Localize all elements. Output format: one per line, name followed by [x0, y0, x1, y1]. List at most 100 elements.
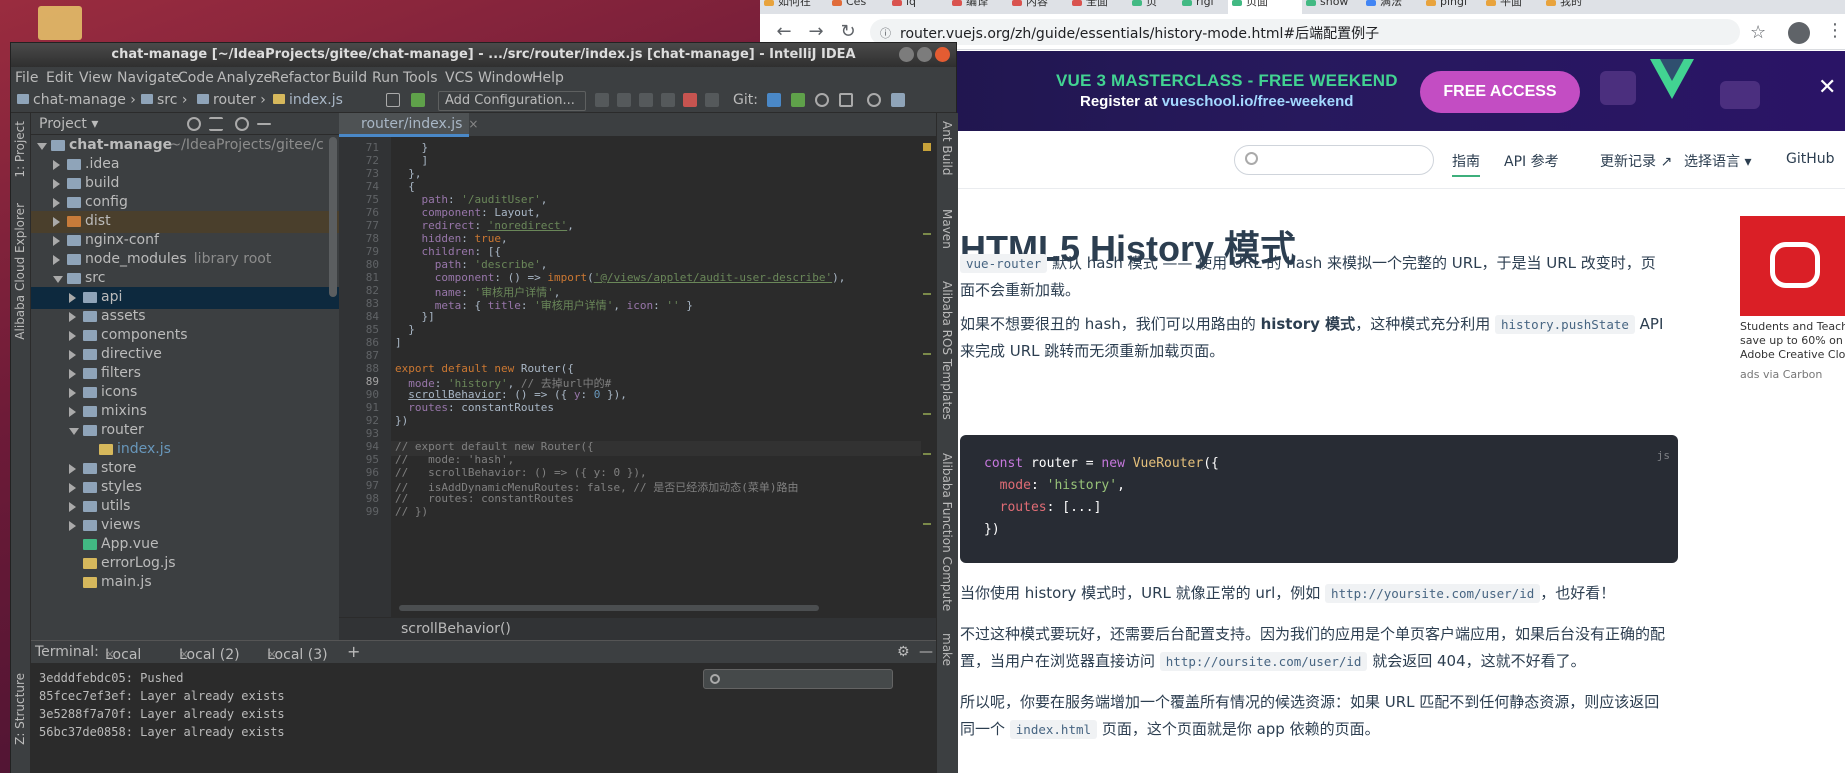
close-window-icon[interactable]	[935, 47, 950, 62]
scroll-marker[interactable]	[923, 523, 931, 525]
code-line[interactable]: hidden: true,	[395, 232, 508, 245]
chevron-right-icon[interactable]	[53, 179, 60, 189]
minimize-icon[interactable]	[899, 47, 914, 62]
scroll-marker[interactable]	[923, 353, 931, 355]
chevron-right-icon[interactable]	[69, 312, 76, 322]
chevron-down-icon[interactable]	[37, 143, 47, 150]
code-line[interactable]: component: Layout,	[395, 206, 541, 219]
chevron-right-icon[interactable]	[53, 236, 60, 246]
attach-icon[interactable]	[683, 93, 697, 107]
menu-help[interactable]: Help	[532, 70, 564, 86]
browser-tab[interactable]: 页	[1128, 0, 1178, 14]
forward-icon[interactable]: →	[804, 20, 828, 44]
bookmark-star-icon[interactable]: ☆	[1750, 22, 1766, 43]
add-configuration-button[interactable]: Add Configuration...	[438, 91, 586, 111]
chevron-right-icon[interactable]	[69, 464, 76, 474]
chevron-right-icon[interactable]	[69, 293, 76, 303]
project-structure-icon[interactable]	[891, 93, 905, 107]
chevron-right-icon[interactable]	[69, 502, 76, 512]
browser-tab[interactable]: 全面	[1068, 0, 1128, 14]
scroll-marker[interactable]	[923, 233, 931, 235]
code-line[interactable]: meta: { title: '审核用户详情', icon: '' }	[395, 297, 693, 313]
reload-icon[interactable]: ↻	[836, 20, 860, 44]
code-line[interactable]: // mode: 'hash',	[395, 453, 514, 466]
stop-icon[interactable]	[705, 93, 719, 107]
code-line[interactable]: }	[395, 323, 415, 336]
build-hammer-icon[interactable]	[411, 93, 425, 107]
code-line[interactable]: }	[395, 141, 428, 154]
breadcrumb-item[interactable]: index.js	[273, 92, 343, 108]
coverage-icon[interactable]	[639, 93, 653, 107]
browser-tab[interactable]: 如何在	[760, 0, 828, 14]
code-line[interactable]: {	[395, 180, 415, 193]
ad-line[interactable]: Adobe Creative Clo	[1740, 348, 1845, 362]
code-line[interactable]: }]	[395, 310, 434, 323]
editor-tab-index-js[interactable]: router/index.js ×	[339, 113, 478, 137]
chevron-right-icon[interactable]	[69, 369, 76, 379]
menu-file[interactable]: File	[15, 70, 38, 86]
menu-edit[interactable]: Edit	[46, 70, 73, 86]
code-line[interactable]: })	[395, 414, 408, 427]
site-info-icon[interactable]: ⓘ	[880, 25, 892, 40]
chrome-menu-icon[interactable]: ⋮	[1826, 20, 1844, 41]
nav-link-api[interactable]: API 参考	[1504, 151, 1559, 171]
hide-panel-icon[interactable]: —	[919, 644, 933, 660]
new-terminal-plus-icon[interactable]: +	[347, 642, 360, 661]
git-commit-icon[interactable]	[791, 93, 805, 107]
code-line[interactable]: // export default new Router({	[395, 440, 594, 453]
code-line[interactable]: ]	[395, 154, 428, 167]
free-access-button[interactable]: FREE ACCESS	[1420, 71, 1580, 113]
maximize-icon[interactable]	[917, 47, 932, 62]
close-tab-icon[interactable]: ×	[179, 647, 189, 661]
back-icon[interactable]: ←	[772, 20, 796, 44]
browser-tab[interactable]: rigi	[1178, 0, 1228, 14]
layout-icon[interactable]	[386, 93, 400, 107]
scroll-marker[interactable]	[923, 413, 931, 415]
scroll-marker[interactable]	[923, 293, 931, 295]
chevron-down-icon[interactable]	[53, 276, 63, 283]
ad-line[interactable]: Students and Teach	[1740, 320, 1845, 334]
chevron-right-icon[interactable]	[69, 407, 76, 417]
close-tab-icon[interactable]: ×	[267, 647, 277, 661]
menu-vcs[interactable]: VCS	[445, 70, 473, 86]
menu-window[interactable]: Window	[478, 70, 533, 86]
search-everywhere-icon[interactable]	[867, 93, 881, 107]
desktop-folder-icon[interactable]	[38, 6, 82, 40]
browser-tab[interactable]: iq	[888, 0, 948, 14]
close-tab-icon[interactable]: ×	[105, 647, 115, 661]
code-line[interactable]	[395, 349, 402, 362]
breadcrumb-item[interactable]: chat-manage ›	[17, 92, 136, 108]
close-banner-icon[interactable]: ✕	[1818, 75, 1836, 100]
chevron-right-icon[interactable]	[53, 160, 60, 170]
browser-tab[interactable]: 平面	[1482, 0, 1542, 14]
profile-icon[interactable]	[661, 93, 675, 107]
nav-link-language[interactable]: 选择语言 ▾	[1684, 151, 1751, 171]
git-history-icon[interactable]	[815, 93, 829, 107]
breadcrumb-item[interactable]: router ›	[197, 92, 266, 108]
git-rollback-icon[interactable]	[839, 93, 853, 107]
project-scrollbar[interactable]	[329, 137, 337, 297]
menu-analyze[interactable]: Analyze	[217, 70, 272, 86]
nav-link-changelog[interactable]: 更新记录 ↗	[1600, 151, 1672, 171]
chevron-right-icon[interactable]	[53, 198, 60, 208]
inspection-warning-icon[interactable]	[923, 143, 931, 151]
browser-tab[interactable]: Ces	[828, 0, 888, 14]
chevron-right-icon[interactable]	[53, 255, 60, 265]
code-line[interactable]: },	[395, 167, 421, 180]
nav-link-guide[interactable]: 指南	[1452, 151, 1480, 177]
adobe-cc-logo[interactable]	[1740, 216, 1845, 316]
locate-icon[interactable]	[187, 117, 201, 131]
code-line[interactable]: export default new Router({	[395, 362, 574, 375]
address-bar[interactable]: ⓘ router.vuejs.org/zh/guide/essentials/h…	[870, 19, 1740, 45]
menu-code[interactable]: Code	[178, 70, 214, 86]
ad-line[interactable]: save up to 60% on	[1740, 334, 1845, 348]
chevron-right-icon[interactable]	[69, 483, 76, 493]
browser-tab[interactable]: 满法	[1362, 0, 1422, 14]
menu-navigate[interactable]: Navigate	[117, 70, 180, 86]
banner-link[interactable]: vueschool.io/free-weekend	[1162, 93, 1354, 110]
code-line[interactable]: routes: constantRoutes	[395, 401, 554, 414]
chevron-down-icon[interactable]	[69, 428, 79, 435]
collapse-all-icon[interactable]	[209, 117, 223, 131]
browser-tab[interactable]: pingi	[1422, 0, 1482, 14]
profile-avatar[interactable]	[1788, 22, 1810, 44]
